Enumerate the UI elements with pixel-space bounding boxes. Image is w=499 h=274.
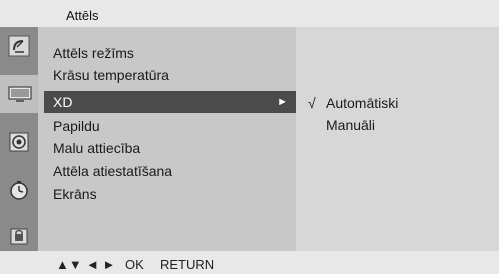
lock-icon — [10, 228, 28, 245]
menu-item-picture-mode[interactable]: Attēls režīms — [44, 42, 296, 64]
sidebar — [0, 27, 40, 251]
sidebar-item-audio[interactable] — [4, 123, 34, 161]
sidebar-item-picture[interactable] — [0, 75, 40, 113]
check-icon: √ — [308, 95, 316, 111]
menu-item-advanced[interactable]: Papildu — [44, 115, 296, 137]
speaker-icon — [9, 132, 29, 152]
menu-title: Attēls — [66, 8, 99, 23]
sidebar-item-lock[interactable] — [4, 217, 34, 255]
menu-item-xd[interactable]: XD ► — [44, 91, 296, 113]
submenu-panel — [296, 27, 499, 251]
return-hint: RETURN — [160, 257, 215, 272]
sidebar-item-time[interactable] — [4, 171, 34, 209]
menu-item-color-temperature[interactable]: Krāsu temperatūra — [44, 64, 296, 86]
title-bar: Attēls — [0, 0, 499, 27]
menu-item-picture-reset[interactable]: Attēla atiestatīšana — [44, 160, 296, 182]
updown-arrows-icon: ▲▼ — [56, 257, 82, 272]
ok-hint: OK — [125, 257, 144, 272]
clock-icon — [10, 181, 28, 200]
submenu-item-manual[interactable]: Manuāli — [308, 117, 375, 133]
chevron-right-icon: ► — [277, 96, 288, 108]
satellite-dish-icon — [8, 35, 30, 57]
sidebar-item-station[interactable] — [4, 27, 34, 65]
menu-item-screen[interactable]: Ekrāns — [44, 183, 296, 205]
submenu-item-automatic[interactable]: √ Automātiski — [308, 95, 398, 111]
tv-screen-icon — [8, 86, 32, 102]
menu-item-aspect-ratio[interactable]: Malu attiecība — [44, 137, 296, 159]
leftright-arrows-icon: ◄ ► — [86, 257, 116, 272]
